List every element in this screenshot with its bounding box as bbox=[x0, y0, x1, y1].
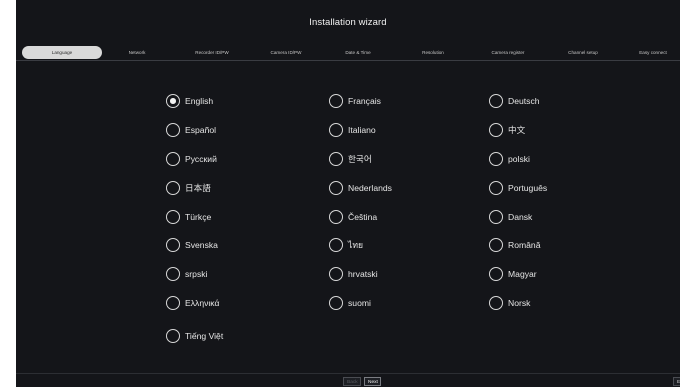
radio-icon bbox=[489, 123, 503, 137]
radio-icon bbox=[329, 296, 343, 310]
radio-icon bbox=[489, 267, 503, 281]
radio-icon bbox=[329, 123, 343, 137]
language-option-czech[interactable]: Čeština bbox=[329, 209, 377, 225]
radio-icon bbox=[489, 94, 503, 108]
language-label: Norsk bbox=[508, 298, 531, 308]
language-option-polish[interactable]: polski bbox=[489, 151, 530, 167]
step-recorder-id-pw[interactable]: Recorder ID/PW bbox=[182, 46, 242, 59]
step-language[interactable]: Language bbox=[22, 46, 102, 59]
radio-icon bbox=[489, 152, 503, 166]
language-option-turkish[interactable]: Türkçe bbox=[166, 209, 211, 225]
wizard-screen: Installation wizard Language Network Rec… bbox=[16, 0, 680, 387]
language-label: Español bbox=[185, 125, 217, 135]
step-camera-register[interactable]: Camera register bbox=[477, 46, 539, 59]
language-option-french[interactable]: Français bbox=[329, 93, 381, 109]
radio-icon bbox=[489, 238, 503, 252]
step-date-time[interactable]: Date & Time bbox=[333, 46, 383, 59]
language-option-japanese[interactable]: 日本語 bbox=[166, 180, 211, 196]
language-option-norwegian[interactable]: Norsk bbox=[489, 295, 530, 311]
step-channel-setup[interactable]: Channel setup bbox=[556, 46, 610, 59]
radio-icon bbox=[329, 94, 343, 108]
language-option-croatian[interactable]: hrvatski bbox=[329, 266, 378, 282]
next-button[interactable]: Next bbox=[364, 377, 381, 386]
step-easy-connect[interactable]: Easy connect bbox=[628, 46, 678, 59]
language-label: 中文 bbox=[508, 125, 526, 135]
back-button[interactable]: Back bbox=[343, 377, 361, 386]
language-label: Svenska bbox=[185, 240, 218, 250]
language-option-german[interactable]: Deutsch bbox=[489, 93, 540, 109]
language-label: 日本語 bbox=[185, 183, 211, 193]
radio-icon bbox=[166, 210, 180, 224]
steps-divider bbox=[16, 60, 680, 61]
language-option-serbian[interactable]: srpski bbox=[166, 266, 207, 282]
radio-icon bbox=[166, 267, 180, 281]
radio-icon bbox=[166, 123, 180, 137]
language-label: 한국어 bbox=[348, 154, 372, 164]
language-label: hrvatski bbox=[348, 269, 378, 279]
page: Installation wizard Language Network Rec… bbox=[0, 0, 680, 387]
radio-icon bbox=[329, 267, 343, 281]
step-resolution[interactable]: Resolution bbox=[409, 46, 457, 59]
radio-icon bbox=[166, 238, 180, 252]
radio-icon bbox=[166, 296, 180, 310]
language-label: Türkçe bbox=[185, 212, 212, 222]
wizard-steps: Language Network Recorder ID/PW Camera I… bbox=[16, 46, 680, 60]
language-option-italian[interactable]: Italiano bbox=[329, 122, 376, 138]
language-option-espanol[interactable]: Español bbox=[166, 122, 216, 138]
language-label: Română bbox=[508, 240, 541, 250]
language-option-romanian[interactable]: Română bbox=[489, 237, 540, 253]
language-label: Magyar bbox=[508, 269, 537, 279]
language-option-finnish[interactable]: suomi bbox=[329, 295, 371, 311]
wizard-title: Installation wizard bbox=[309, 17, 387, 28]
radio-icon bbox=[166, 329, 180, 343]
language-option-thai[interactable]: ไทย bbox=[329, 237, 363, 253]
language-option-english[interactable]: English bbox=[166, 93, 213, 109]
language-option-swedish[interactable]: Svenska bbox=[166, 237, 218, 253]
language-option-korean[interactable]: 한국어 bbox=[329, 151, 372, 167]
language-label: Ελληνικά bbox=[185, 298, 220, 308]
language-label: Tiếng Việt bbox=[185, 331, 224, 341]
radio-icon bbox=[329, 238, 343, 252]
exit-button[interactable]: Ex bbox=[673, 377, 680, 386]
language-label: Nederlands bbox=[348, 183, 392, 193]
language-label: ไทย bbox=[348, 240, 364, 250]
radio-icon bbox=[166, 152, 180, 166]
language-label: Italiano bbox=[348, 125, 376, 135]
step-network[interactable]: Network bbox=[112, 46, 162, 59]
radio-icon bbox=[329, 181, 343, 195]
language-option-vietnamese[interactable]: Tiếng Việt bbox=[166, 328, 223, 344]
language-option-hungarian[interactable]: Magyar bbox=[489, 266, 537, 282]
language-label: English bbox=[185, 96, 214, 106]
language-label: Dansk bbox=[508, 212, 533, 222]
radio-icon bbox=[329, 210, 343, 224]
language-option-greek[interactable]: Ελληνικά bbox=[166, 295, 219, 311]
radio-icon bbox=[329, 152, 343, 166]
radio-icon bbox=[166, 181, 180, 195]
radio-icon bbox=[489, 296, 503, 310]
language-label: Čeština bbox=[348, 212, 378, 222]
language-option-dutch[interactable]: Nederlands bbox=[329, 180, 392, 196]
footer-divider bbox=[16, 373, 680, 374]
radio-icon bbox=[489, 181, 503, 195]
language-label: Русский bbox=[185, 154, 217, 164]
language-label: Português bbox=[508, 183, 548, 193]
language-option-russian[interactable]: Русский bbox=[166, 151, 217, 167]
step-camera-id-pw[interactable]: Camera ID/PW bbox=[260, 46, 312, 59]
language-label: srpski bbox=[185, 269, 208, 279]
language-label: polski bbox=[508, 154, 530, 164]
radio-selected-icon bbox=[166, 94, 180, 108]
language-option-portuguese[interactable]: Português bbox=[489, 180, 547, 196]
language-option-chinese[interactable]: 中文 bbox=[489, 122, 525, 138]
language-label: Français bbox=[348, 96, 381, 106]
language-label: suomi bbox=[348, 298, 371, 308]
radio-icon bbox=[489, 210, 503, 224]
language-label: Deutsch bbox=[508, 96, 540, 106]
language-option-danish[interactable]: Dansk bbox=[489, 209, 532, 225]
